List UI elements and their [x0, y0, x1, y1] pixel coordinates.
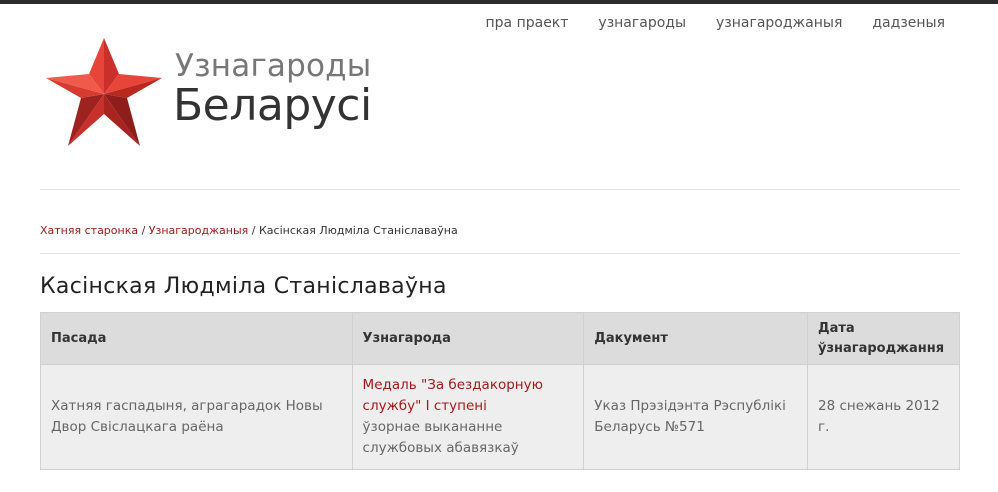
breadcrumb-home-link[interactable]: Хатняя старонка [40, 224, 138, 237]
red-star-icon [46, 38, 162, 146]
column-header-date: Дата ўзнагароджання [807, 312, 960, 365]
award-table: Пасада Узнагарода Дакумент Дата ўзнагаро… [40, 312, 960, 470]
nav-item-data[interactable]: дадзеныя [872, 15, 945, 31]
logo-title-line1: Узнагароды [175, 48, 372, 84]
site-logo[interactable]: Узнагароды Беларусі [44, 36, 380, 148]
award-link[interactable]: Медаль "За бездакорную службу" I ступені [363, 377, 543, 414]
header-divider [40, 189, 960, 190]
nav-item-awardees[interactable]: узнагароджаныя [716, 15, 842, 31]
column-header-document: Дакумент [583, 312, 808, 365]
main-nav: пра праект узнагароды узнагароджаныя дад… [486, 15, 946, 31]
nav-item-awards[interactable]: узнагароды [598, 15, 686, 31]
cell-award: Медаль "За бездакорную службу" I ступені… [351, 364, 585, 470]
cell-position: Хатняя гаспадыня, аграгарадок Новы Двор … [40, 364, 353, 470]
table-header-row: Пасада Узнагарода Дакумент Дата ўзнагаро… [40, 312, 960, 365]
breadcrumb-current: Касінская Людміла Станіславаўна [258, 224, 458, 237]
breadcrumb-separator: / [248, 224, 259, 237]
cell-document: Указ Прэзідэнта Рэспублікі Беларусь №571 [583, 364, 808, 470]
cell-date: 28 снежань 2012 г. [807, 364, 960, 470]
breadcrumb-awardees-link[interactable]: Узнагароджаныя [149, 224, 248, 237]
breadcrumb: Хатняя старонка / Узнагароджаныя / Касін… [40, 224, 458, 237]
table-row: Хатняя гаспадыня, аграгарадок Новы Двор … [40, 364, 960, 470]
breadcrumb-divider [40, 253, 960, 254]
top-bar [0, 0, 998, 4]
breadcrumb-separator: / [138, 224, 149, 237]
column-header-award: Узнагарода [351, 312, 585, 365]
nav-item-about[interactable]: пра праект [486, 15, 569, 31]
award-reason: ўзорнае выкананне службовых абавязкаў [362, 419, 519, 456]
page-title: Касінская Людміла Станіславаўна [40, 274, 447, 299]
column-header-position: Пасада [40, 312, 353, 365]
logo-title-line2: Беларусі [173, 80, 372, 131]
